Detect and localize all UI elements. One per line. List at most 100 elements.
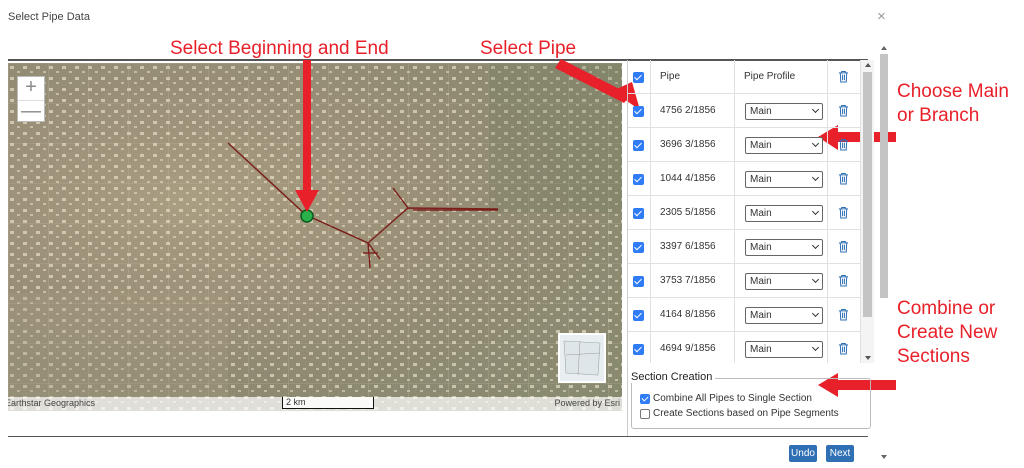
pipe-profile-select[interactable]: Main [745,341,823,358]
select-all-checkbox[interactable] [633,72,644,83]
pipe-profile-select[interactable]: Main [745,103,823,120]
pipe-profile-select[interactable]: Main [745,307,823,324]
pipe-profile-select[interactable]: Main [745,273,823,290]
minimap-map-icon [563,340,601,376]
trash-icon[interactable] [838,206,849,219]
delete-all-icon[interactable] [838,70,849,83]
next-button[interactable]: Next [826,445,854,462]
zoom-out-button[interactable]: — [18,100,44,123]
start-marker[interactable] [299,208,315,224]
pipe-profile-select[interactable]: Main [745,171,823,188]
modal-scroll-thumb[interactable] [880,54,888,298]
zoom-control: + — [17,76,45,122]
pipe-profile-value: Main [750,174,772,185]
modal-scroll-down-icon[interactable] [881,455,887,459]
scroll-up-icon[interactable] [865,63,871,67]
row-checkbox[interactable] [633,106,644,117]
pipe-profile-value: Main [750,242,772,253]
pipe-table: Pipe Pipe Profile 4756 2/1856 Main 3696 3/… [628,60,861,363]
pipe-id: 3753 7/1856 [660,275,716,286]
trash-icon[interactable] [838,274,849,287]
trash-icon[interactable] [838,172,849,185]
pipe-id: 4164 8/1856 [660,309,716,320]
trash-icon[interactable] [838,308,849,321]
table-row: 1044 4/1856 Main [628,162,861,196]
zoom-in-button[interactable]: + [18,77,44,100]
row-checkbox[interactable] [633,310,644,321]
section-creation-legend: Section Creation [631,371,716,383]
annotation-select-pipe: Select Pipe [480,38,577,59]
pipe-profile-select[interactable]: Main [745,205,823,222]
annotation-choose-line2: or Branch [897,105,980,126]
pipe-id: 4756 2/1856 [660,105,716,116]
annotation-choose-line1: Choose Main [897,81,1009,102]
chevron-down-icon [811,275,820,284]
row-checkbox[interactable] [633,208,644,219]
header-pipe-profile: Pipe Profile [744,71,796,82]
annotation-combine-line3: Sections [897,346,970,367]
pipe-profile-select[interactable]: Main [745,239,823,256]
trash-icon[interactable] [838,240,849,253]
combine-single-section-label: Combine All Pipes to Single Section [653,393,812,404]
pipe-profile-value: Main [750,344,772,355]
combine-single-section-checkbox[interactable] [640,394,650,404]
table-row: 3696 3/1856 Main [628,128,861,162]
pipe-panel: Pipe Pipe Profile 4756 2/1856 Main 3696 3/… [627,60,874,436]
table-row: 2305 5/1856 Main [628,196,861,230]
combine-single-section-option[interactable]: Combine All Pipes to Single Section [640,393,812,404]
table-row: 3397 6/1856 Main [628,230,861,264]
chevron-down-icon [811,241,820,250]
row-checkbox[interactable] [633,344,644,355]
trash-icon[interactable] [838,342,849,355]
pipe-profile-value: Main [750,310,772,321]
pipe-id: 3696 3/1856 [660,139,716,150]
row-checkbox[interactable] [633,242,644,253]
annotation-combine-line1: Combine or [897,298,996,319]
scroll-down-icon[interactable] [865,356,871,360]
annotation-combine-sections: Combine or Create New Sections [897,297,997,369]
create-sections-checkbox[interactable] [640,409,650,419]
row-checkbox[interactable] [633,140,644,151]
table-scrollbar[interactable] [861,60,874,363]
pipe-profile-value: Main [750,276,772,287]
chevron-down-icon [811,343,820,352]
trash-icon[interactable] [838,138,849,151]
table-row: 4694 9/1856 Main [628,332,861,363]
chevron-down-icon [811,207,820,216]
pipe-id: 2305 5/1856 [660,207,716,218]
row-checkbox[interactable] [633,276,644,287]
trash-icon[interactable] [838,104,849,117]
chevron-down-icon [811,105,820,114]
table-header: Pipe Pipe Profile [628,60,861,94]
satellite-map[interactable]: + — Earthstar Geographics Powered by Esr… [8,63,622,411]
modal-title: Select Pipe Data [8,11,90,23]
chevron-down-icon [811,309,820,318]
create-sections-label: Create Sections based on Pipe Segments [653,408,839,419]
row-checkbox[interactable] [633,174,644,185]
modal-scroll-up-icon[interactable] [881,46,887,50]
map-attribution: Earthstar Geographics [8,398,96,408]
close-icon[interactable]: × [877,8,886,25]
powered-by-esri[interactable]: Powered by Esri [554,398,620,408]
chevron-down-icon [811,173,820,182]
table-row: 3753 7/1856 Main [628,264,861,298]
create-sections-option[interactable]: Create Sections based on Pipe Segments [640,408,839,419]
annotation-select-beginning-end: Select Beginning and End [170,38,389,59]
modal-scrollbar[interactable] [878,40,890,466]
pipe-id: 1044 4/1856 [660,173,716,184]
pipe-profile-select[interactable]: Main [745,137,823,154]
pipe-profile-value: Main [750,140,772,151]
scroll-thumb[interactable] [863,72,872,317]
pipe-profile-value: Main [750,208,772,219]
undo-button[interactable]: Undo [789,445,817,462]
table-row: 4164 8/1856 Main [628,298,861,332]
table-row: 4756 2/1856 Main [628,94,861,128]
pipe-id: 4694 9/1856 [660,343,716,354]
pipe-profile-value: Main [750,106,772,117]
header-pipe: Pipe [660,71,681,82]
overview-minimap[interactable] [558,333,606,383]
map-terrain [8,63,622,411]
footer-divider [8,436,868,437]
annotation-combine-line2: Create New [897,322,998,343]
annotation-choose-main-branch: Choose Main or Branch [897,80,1009,128]
